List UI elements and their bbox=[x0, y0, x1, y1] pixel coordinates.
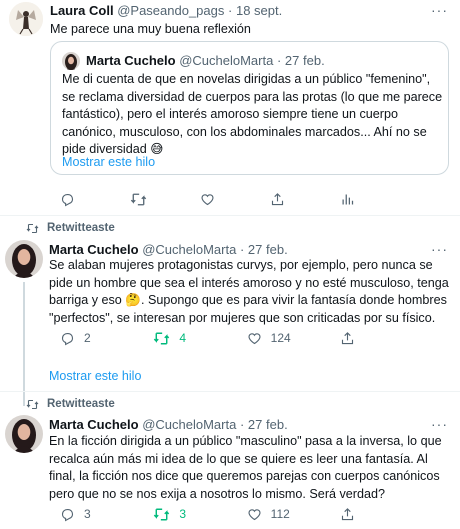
portrait-avatar-image bbox=[5, 415, 43, 453]
retweet-button[interactable]: 4 bbox=[153, 331, 203, 346]
like-button[interactable]: 112 bbox=[247, 507, 297, 522]
tweet-header: Marta Cuchelo @CucheloMarta · 27 feb. bbox=[49, 241, 288, 258]
separator-dot: · bbox=[239, 417, 245, 432]
reply-count: 3 bbox=[84, 507, 91, 521]
tweet-actions bbox=[60, 190, 390, 208]
retweeted-indicator: Retwitteaste bbox=[26, 222, 115, 234]
quoted-tweet-header: Marta Cuchelo @CucheloMarta · 27 feb. bbox=[86, 52, 325, 69]
separator-dot: · bbox=[228, 3, 233, 18]
avatar-marta-cuchelo[interactable] bbox=[5, 415, 43, 453]
retweet-button[interactable] bbox=[130, 192, 180, 207]
reply-button[interactable]: 3 bbox=[60, 507, 110, 522]
more-icon[interactable]: ··· bbox=[431, 242, 448, 256]
show-thread-link[interactable]: Mostrar este hilo bbox=[62, 154, 155, 172]
retweeted-label[interactable]: Retwitteaste bbox=[47, 398, 115, 410]
like-icon bbox=[201, 193, 214, 205]
author-handle[interactable]: @Paseando_pags bbox=[117, 3, 224, 18]
fairy-avatar-image bbox=[9, 2, 43, 36]
tweet-marta-cuchelo-2[interactable]: Retwitteaste Marta Cuchelo @CucheloMarta… bbox=[0, 392, 460, 529]
reply-button[interactable]: 2 bbox=[60, 331, 110, 346]
retweet-icon bbox=[154, 508, 170, 520]
analytics-button[interactable] bbox=[340, 192, 390, 207]
retweeted-indicator: Retwitteaste bbox=[26, 398, 115, 410]
tweet-date[interactable]: 27 feb. bbox=[248, 417, 288, 432]
tweet-actions: 3 3 112 bbox=[60, 505, 390, 523]
quoted-tweet[interactable]: Marta Cuchelo @CucheloMarta · 27 feb. Me… bbox=[50, 41, 449, 175]
retweet-count: 4 bbox=[179, 331, 187, 345]
tweet-marta-cuchelo-1[interactable]: Retwitteaste Marta Cuchelo @CucheloMarta… bbox=[0, 216, 460, 406]
quoted-tweet-text: Me di cuenta de que en novelas dirigidas… bbox=[62, 72, 443, 157]
retweeted-label[interactable]: Retwitteaste bbox=[47, 222, 115, 234]
share-button[interactable] bbox=[270, 192, 320, 207]
like-count: 112 bbox=[270, 507, 290, 521]
author-name[interactable]: Marta Cuchelo bbox=[49, 417, 139, 432]
like-button[interactable] bbox=[200, 192, 250, 207]
retweet-small-icon bbox=[26, 223, 39, 233]
portrait-avatar-image bbox=[62, 52, 80, 70]
more-icon[interactable]: ··· bbox=[431, 417, 448, 431]
share-icon bbox=[341, 507, 354, 520]
quoted-tweet-date: 27 feb. bbox=[284, 53, 325, 68]
reply-icon bbox=[61, 193, 74, 206]
avatar-laura-coll[interactable] bbox=[9, 2, 43, 36]
like-count: 124 bbox=[270, 331, 291, 345]
retweet-icon bbox=[154, 332, 170, 344]
author-handle[interactable]: @CucheloMarta bbox=[142, 417, 236, 432]
retweet-count: 3 bbox=[179, 507, 187, 521]
thread-connector bbox=[23, 282, 25, 406]
share-icon bbox=[341, 331, 354, 344]
author-name[interactable]: Marta Cuchelo bbox=[49, 242, 139, 257]
share-button[interactable] bbox=[340, 507, 390, 522]
author-name[interactable]: Laura Coll bbox=[50, 3, 114, 18]
tweet-text: En la ficción dirigida a un público "mas… bbox=[49, 434, 442, 501]
quoted-author-handle: @CucheloMarta bbox=[179, 53, 274, 68]
share-button[interactable] bbox=[340, 331, 390, 346]
tweet-laura-coll[interactable]: Laura Coll @Paseando_pags · 18 sept. ···… bbox=[0, 0, 460, 213]
share-icon bbox=[271, 192, 284, 205]
author-handle[interactable]: @CucheloMarta bbox=[142, 242, 236, 257]
separator-dot: · bbox=[276, 53, 282, 68]
tweet-actions: 2 4 124 bbox=[60, 329, 390, 347]
separator-dot: · bbox=[239, 242, 245, 257]
show-thread-link[interactable]: Mostrar este hilo bbox=[49, 369, 141, 383]
like-icon bbox=[248, 508, 261, 520]
portrait-avatar-image bbox=[5, 240, 43, 278]
retweet-small-icon bbox=[26, 399, 39, 409]
like-icon bbox=[248, 332, 261, 344]
more-icon[interactable]: ··· bbox=[431, 3, 448, 17]
quoted-author-name: Marta Cuchelo bbox=[86, 53, 176, 68]
like-button[interactable]: 124 bbox=[247, 331, 297, 346]
tweet-date[interactable]: 27 feb. bbox=[248, 242, 288, 257]
tweet-text: Se alaban mujeres protagonistas curvys, … bbox=[49, 258, 449, 325]
avatar-marta-cuchelo-small bbox=[62, 52, 80, 70]
reply-button[interactable] bbox=[60, 192, 110, 207]
reply-count: 2 bbox=[84, 331, 91, 345]
reply-icon bbox=[61, 508, 74, 521]
reply-icon bbox=[61, 332, 74, 345]
avatar-marta-cuchelo[interactable] bbox=[5, 240, 43, 278]
retweet-icon bbox=[130, 193, 147, 205]
tweet-header: Laura Coll @Paseando_pags · 18 sept. bbox=[50, 2, 282, 19]
tweet-date[interactable]: 18 sept. bbox=[236, 3, 282, 18]
analytics-icon bbox=[342, 194, 354, 204]
tweet-header: Marta Cuchelo @CucheloMarta · 27 feb. bbox=[49, 416, 288, 433]
tweet-text: Me parece una muy buena reflexión bbox=[50, 22, 251, 36]
retweet-button[interactable]: 3 bbox=[153, 507, 203, 522]
